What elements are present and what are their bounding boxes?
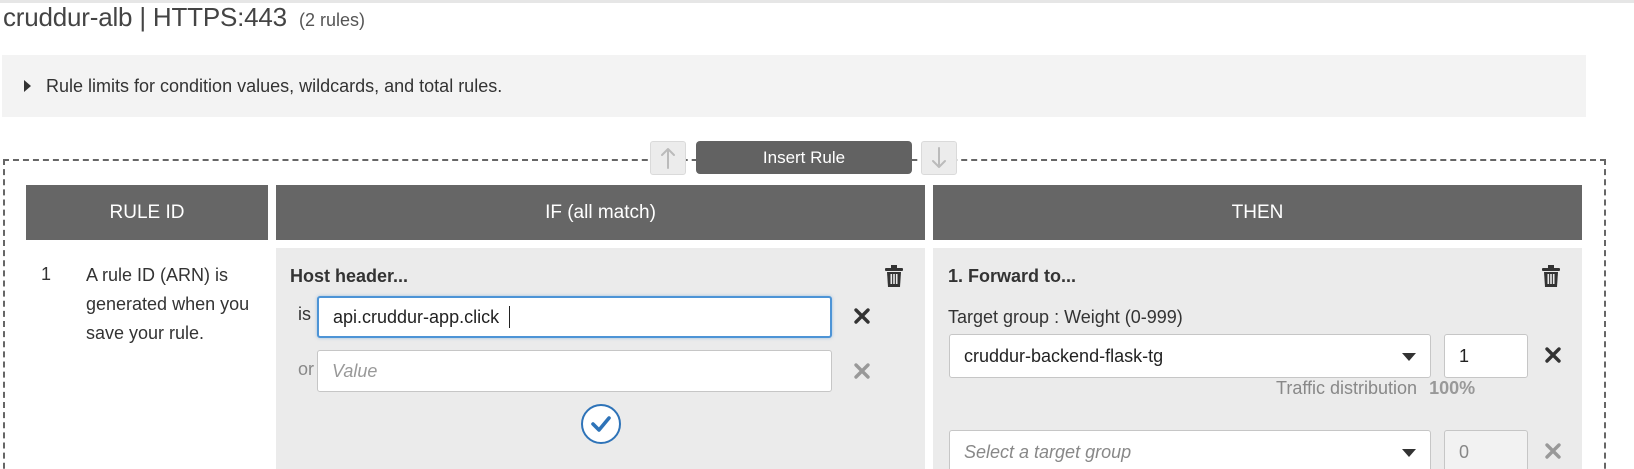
weight-input-disabled: 0 (1444, 430, 1528, 469)
target-group-placeholder: Select a target group (964, 441, 1132, 462)
condition-or-label: or (298, 359, 315, 379)
traffic-distribution-label: Traffic distribution (1276, 378, 1418, 398)
arrow-down-icon (932, 147, 946, 168)
check-circle-icon (591, 416, 611, 432)
target-group-selected: cruddur-backend-flask-tg (964, 345, 1164, 366)
trash-icon[interactable] (884, 264, 904, 288)
triangle-right-icon (24, 80, 31, 92)
arrow-up-icon (661, 148, 675, 169)
page-title: cruddur-alb | HTTPS:443 (3, 2, 287, 32)
chevron-down-icon (1402, 353, 1416, 361)
close-icon[interactable] (853, 307, 871, 325)
condition-is-label: is (298, 304, 311, 324)
move-down-button[interactable] (921, 141, 957, 175)
traffic-distribution: Traffic distribution 100% (1276, 378, 1475, 399)
rule-limits-text: Rule limits for condition values, wildca… (46, 75, 503, 96)
action-panel: 1. Forward to... Target group : Weight (… (933, 248, 1582, 469)
host-header-value-input[interactable] (317, 350, 832, 392)
column-header-then: THEN (933, 185, 1582, 240)
condition-panel: Host header... is or (276, 248, 925, 469)
condition-title: Host header... (290, 266, 409, 286)
target-group-select-empty[interactable]: Select a target group (949, 430, 1431, 469)
close-icon[interactable] (853, 362, 871, 380)
weight-input[interactable]: 1 (1444, 334, 1528, 378)
rule-number: 1 (41, 264, 52, 284)
insert-rule-button[interactable]: Insert Rule (696, 141, 912, 174)
traffic-distribution-value: 100% (1429, 378, 1476, 398)
move-up-button[interactable] (650, 141, 686, 175)
page-header: cruddur-alb | HTTPS:443 (2 rules) (3, 2, 365, 36)
close-icon[interactable] (1544, 346, 1562, 364)
target-group-select[interactable]: cruddur-backend-flask-tg (949, 334, 1431, 378)
rule-count: (2 rules) (298, 10, 365, 30)
column-header-rule-id: RULE ID (26, 185, 268, 240)
text-cursor (509, 306, 510, 328)
rule-id-description: A rule ID (ARN) is generated when you sa… (86, 265, 250, 343)
action-title: 1. Forward to... (948, 266, 1077, 286)
rule-limits-expander[interactable]: Rule limits for condition values, wildca… (2, 55, 1586, 117)
confirm-condition-button[interactable] (581, 404, 621, 444)
close-icon[interactable] (1544, 442, 1562, 460)
target-group-label: Target group : Weight (0-999) (948, 307, 1183, 327)
host-header-input[interactable] (317, 296, 832, 338)
chevron-down-icon (1402, 449, 1416, 457)
trash-icon[interactable] (1541, 264, 1561, 288)
column-header-if: IF (all match) (276, 185, 925, 240)
